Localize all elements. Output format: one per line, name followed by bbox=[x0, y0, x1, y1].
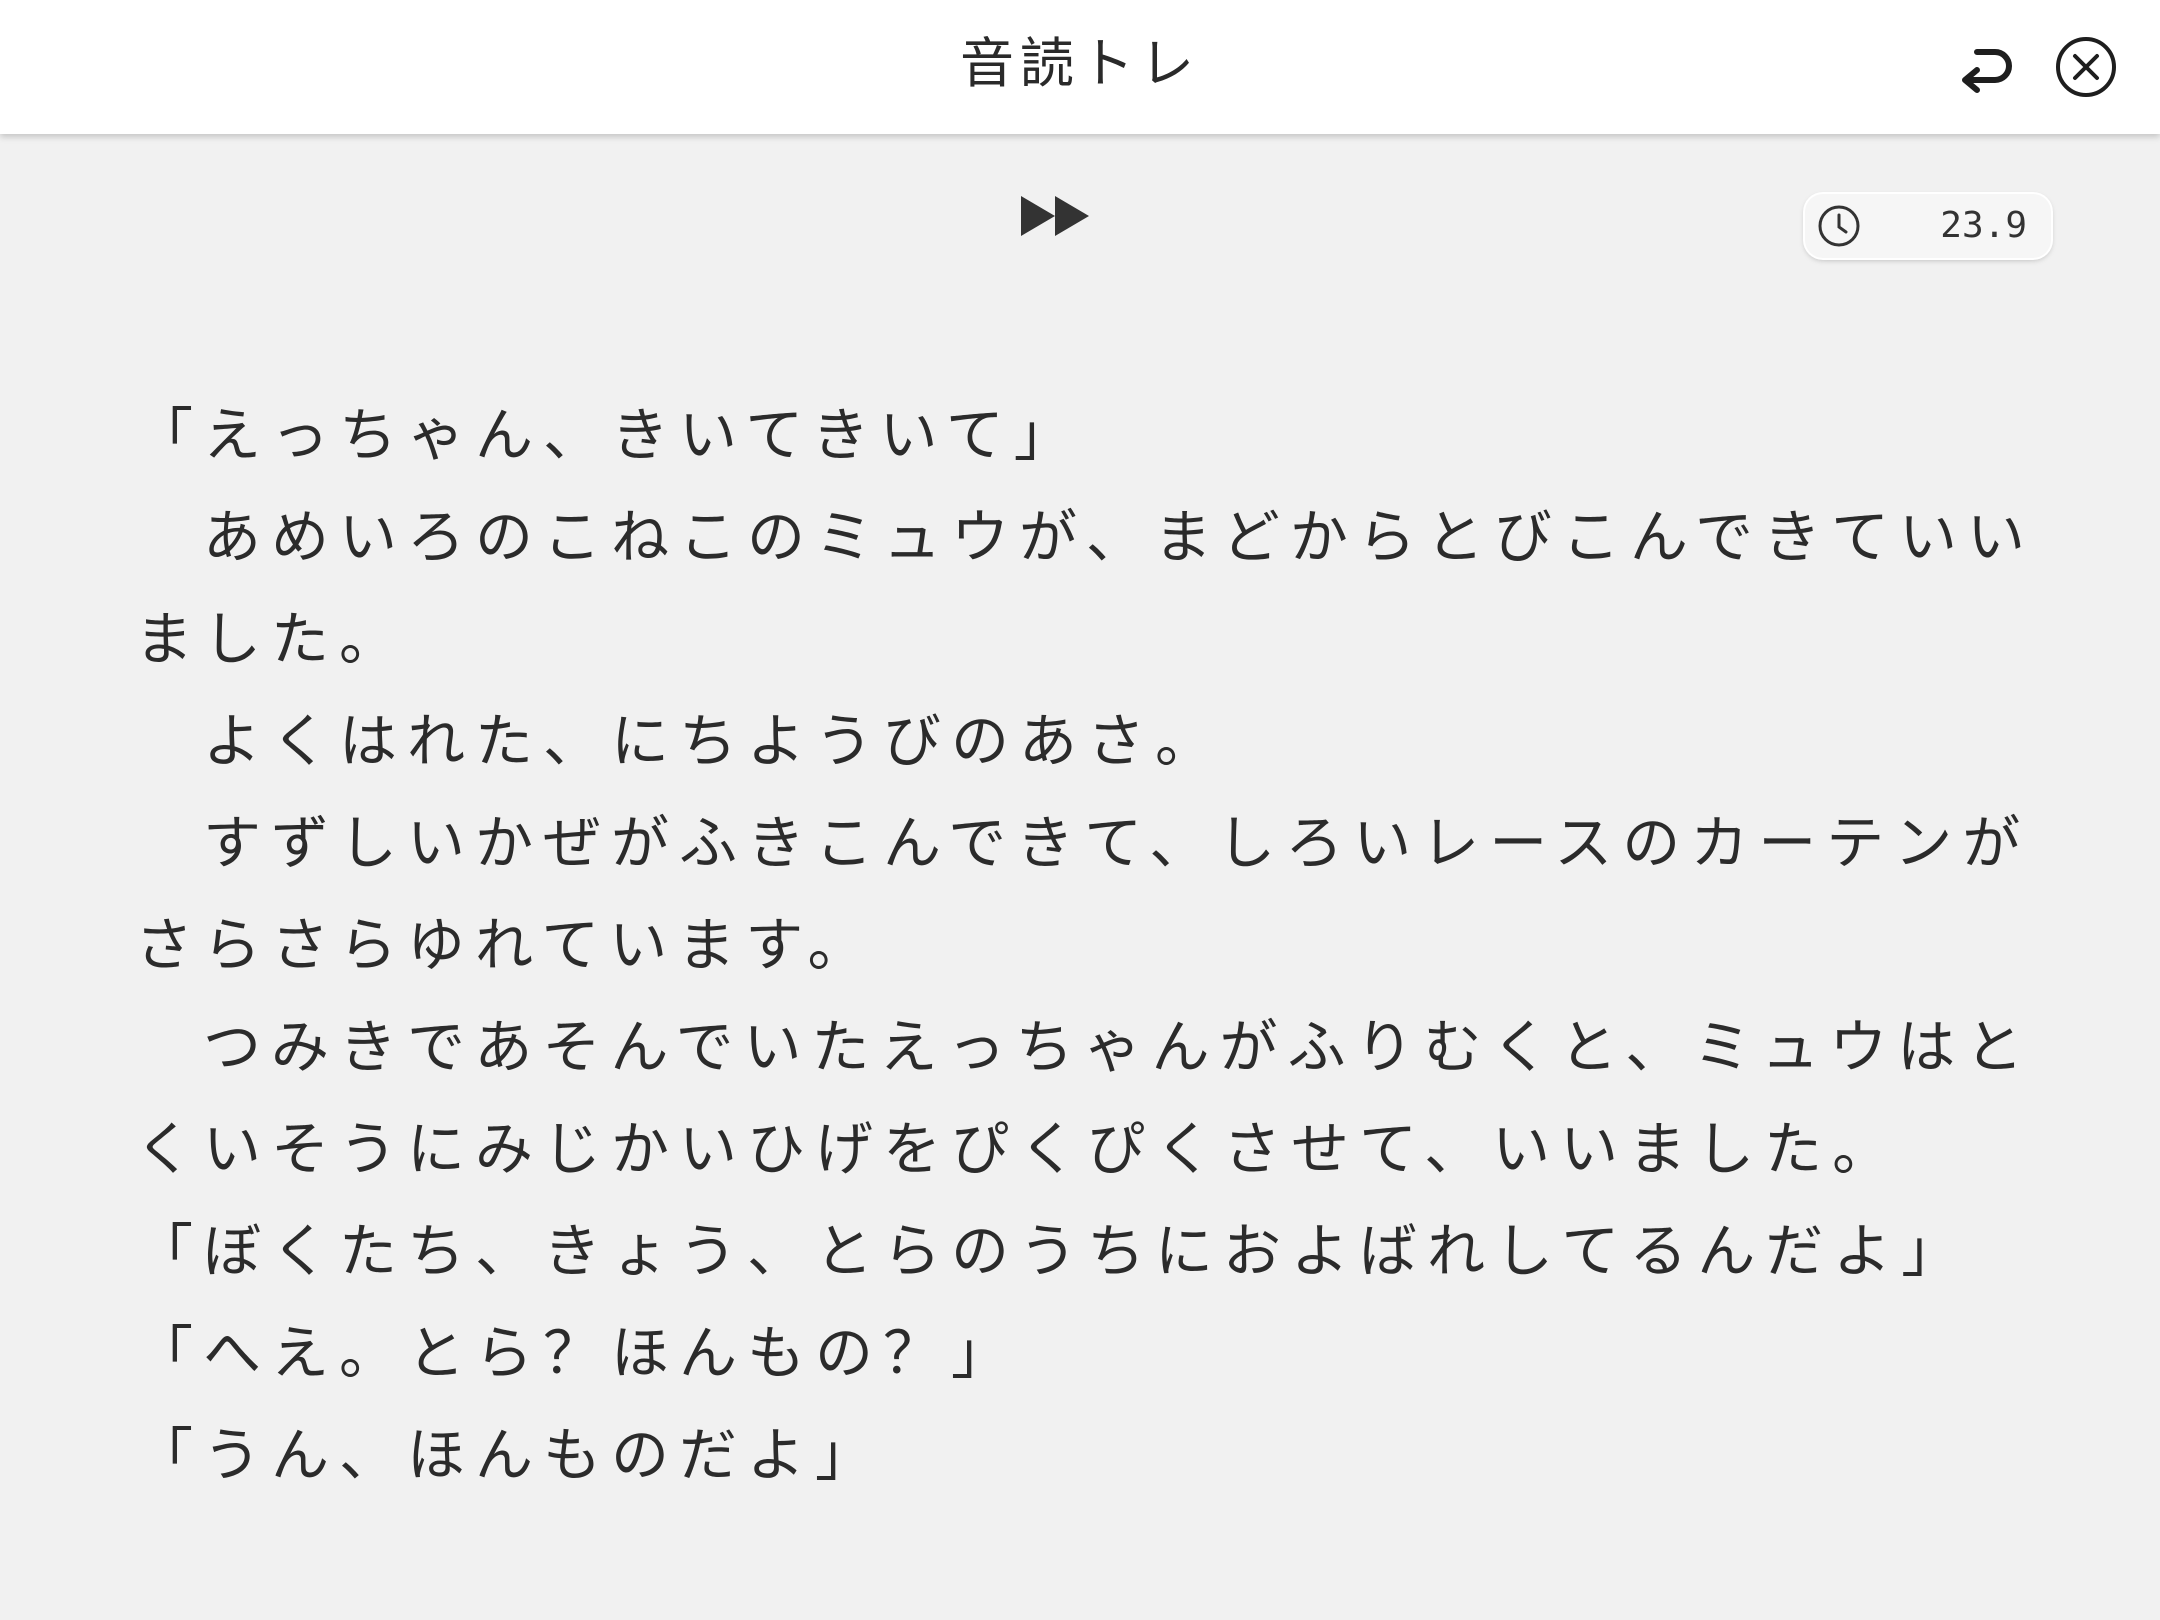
story-paragraph: 「えっちゃん、きいてきいて」 bbox=[135, 401, 1082, 469]
story-paragraph: 「ぼくたち、きょう、とらのうちにおよばれしてるんだよ」 bbox=[135, 1217, 1970, 1285]
fast-forward-icon bbox=[1021, 196, 1089, 236]
story-paragraph: つみきであそんでいたえっちゃんがふりむくと、ミュウはとくいそうにみじかいひげをぴ… bbox=[135, 1013, 2034, 1183]
page-title: 音読トレ bbox=[960, 32, 1200, 95]
story-paragraph: あめいろのこねこのミュウが、まどからとびこんできていいました。 bbox=[135, 503, 2035, 673]
close-circle-icon bbox=[2056, 37, 2116, 97]
fast-forward-button[interactable] bbox=[1015, 188, 1099, 244]
close-button[interactable] bbox=[2053, 34, 2119, 100]
story-paragraph: 「へえ。とら？ほんもの？」 bbox=[135, 1319, 1020, 1387]
timer-badge: 23.9 bbox=[1805, 194, 2051, 258]
clock-icon bbox=[1815, 202, 1863, 250]
reading-area: 23.9 「えっちゃん、きいてきいて」 あめいろのこねこのミュウが、まどからとび… bbox=[0, 134, 2160, 1620]
story-paragraph: よくはれた、にちようびのあさ。 bbox=[135, 707, 1224, 775]
return-arrow-icon bbox=[1962, 49, 2012, 93]
story-text: 「えっちゃん、きいてきいて」 あめいろのこねこのミュウが、まどからとびこんできて… bbox=[135, 384, 2035, 1506]
app-header: 音読トレ bbox=[0, 0, 2160, 134]
story-paragraph: すずしいかぜがふきこんできて、しろいレースのカーテンがさらさらゆれています。 bbox=[135, 809, 2031, 979]
story-paragraph: 「うん、ほんものだよ」 bbox=[135, 1421, 884, 1489]
back-button[interactable] bbox=[1955, 34, 2021, 100]
timer-value: 23.9 bbox=[1940, 205, 2027, 246]
